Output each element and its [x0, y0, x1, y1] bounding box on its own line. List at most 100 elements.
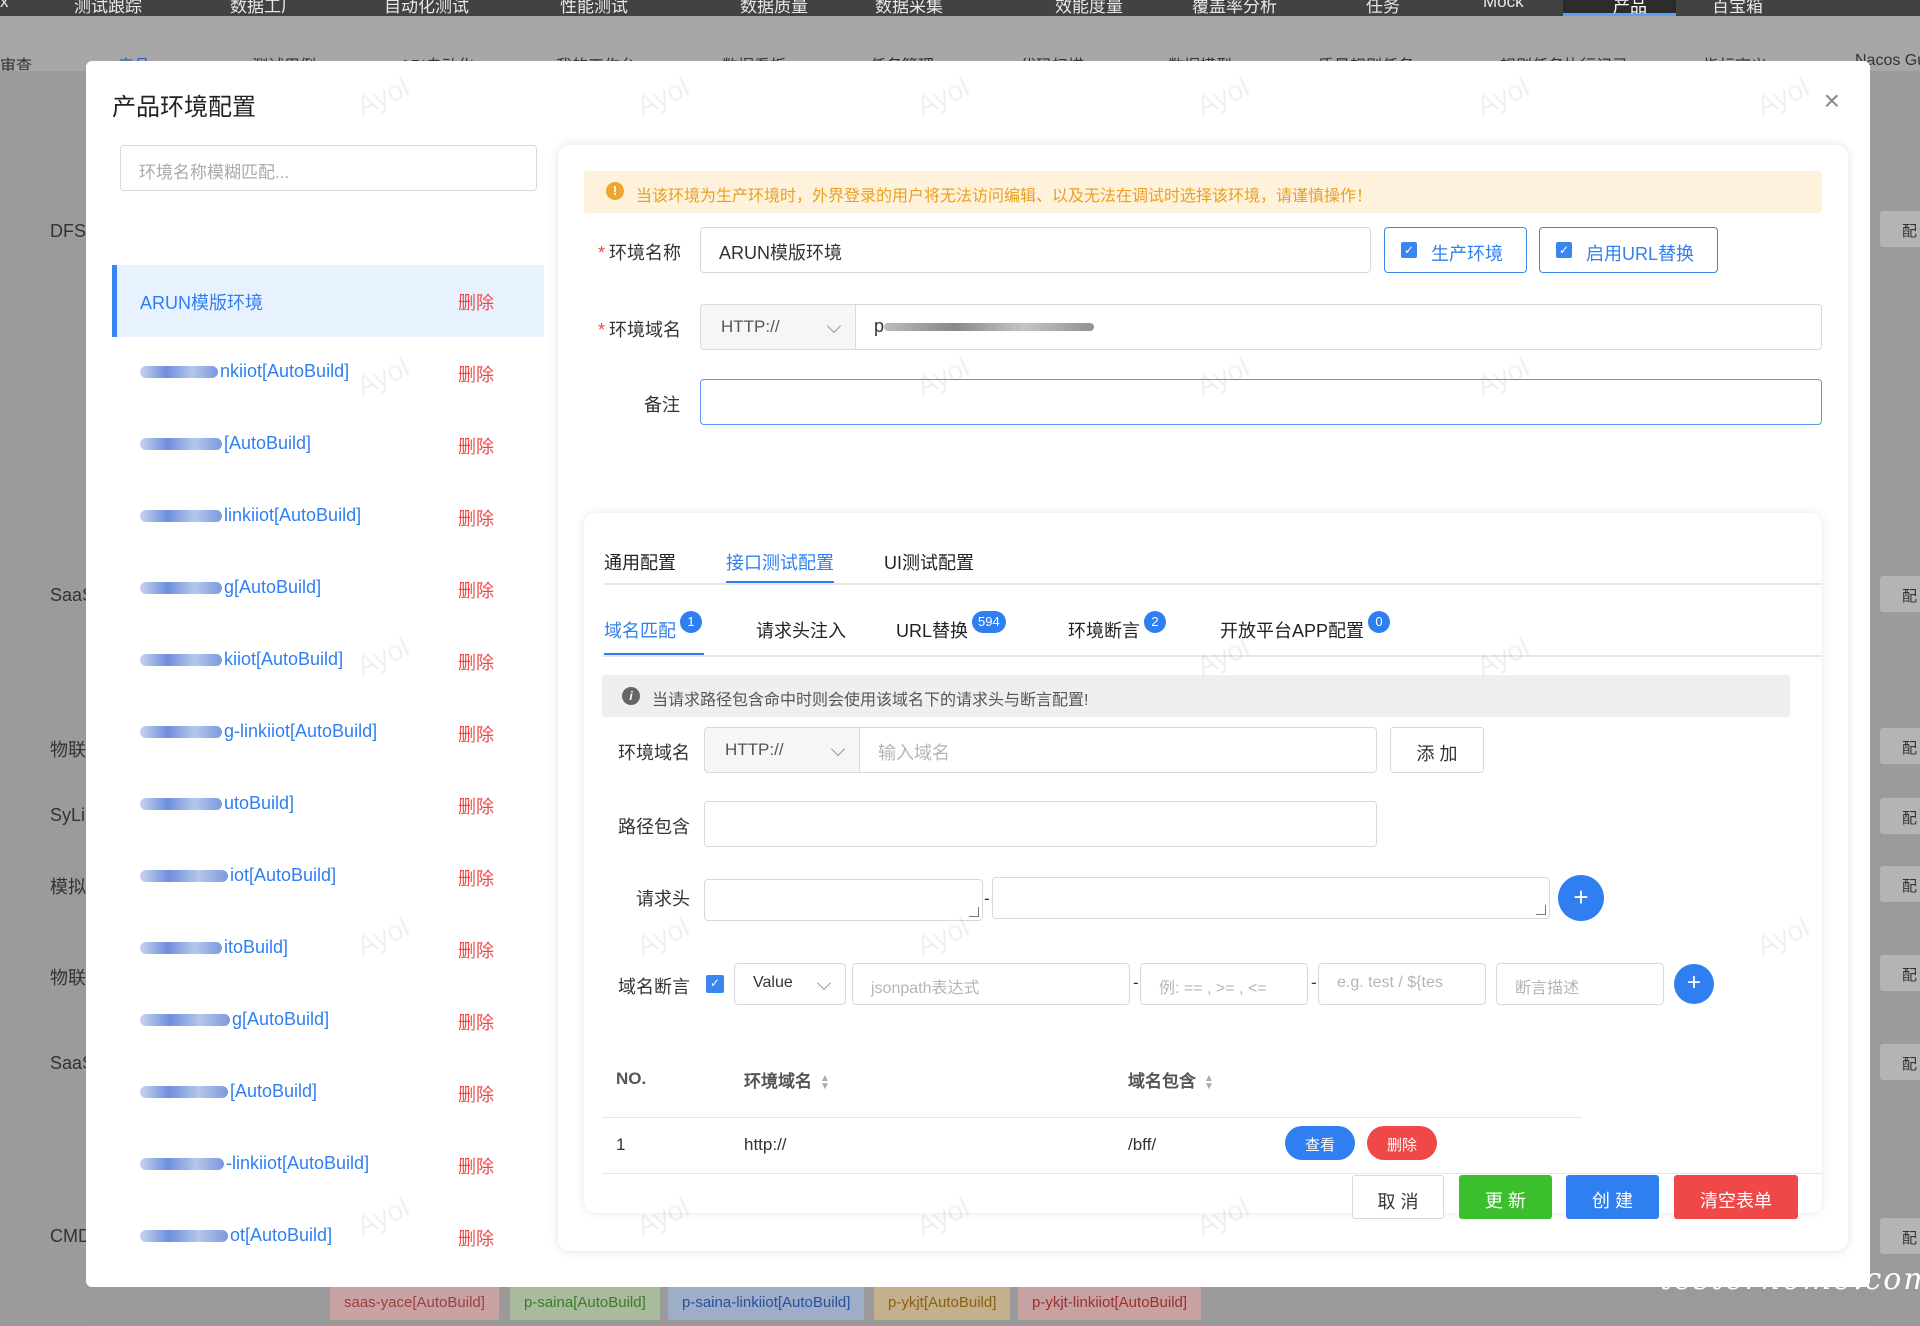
sort-icon[interactable]: ▲ ▼: [820, 1073, 830, 1091]
match-domain-input[interactable]: 输入域名: [859, 727, 1377, 773]
bg-config-button[interactable]: 配: [1880, 576, 1920, 612]
env-delete-link[interactable]: 删除: [458, 433, 494, 459]
expected-input[interactable]: e.g. test / ${tes: [1318, 963, 1486, 1005]
bg-menu-item[interactable]: 测试跟踪: [74, 0, 142, 16]
env-delete-link[interactable]: 删除: [458, 1225, 494, 1251]
bg-config-button[interactable]: 配: [1880, 955, 1920, 991]
bg-menu-item[interactable]: 数据质量: [740, 0, 808, 16]
bg-config-button[interactable]: 配: [1880, 866, 1920, 902]
tab-ui-test-config[interactable]: UI测试配置: [884, 549, 974, 575]
env-list-item[interactable]: iot[AutoBuild] 删除: [112, 841, 544, 913]
subtab-url-replace[interactable]: URL替换 594: [896, 611, 1006, 643]
env-list-item[interactable]: ot[AutoBuild] 删除: [112, 1201, 544, 1273]
create-button[interactable]: 创 建: [1566, 1175, 1659, 1219]
bg-menu-item[interactable]: 数据工厂: [230, 0, 298, 16]
bg-menu-item[interactable]: 数据采集: [875, 0, 943, 16]
env-list-item[interactable]: g[AutoBuild] 删除: [112, 553, 544, 625]
bg-env-tag[interactable]: p-ykjt[AutoBuild]: [874, 1286, 1011, 1320]
env-delete-link[interactable]: 删除: [458, 721, 494, 747]
header-value-textarea[interactable]: [992, 877, 1550, 919]
bg-row-label: CMD: [50, 1226, 91, 1246]
assert-desc-input[interactable]: 断言描述: [1496, 963, 1664, 1005]
env-delete-link[interactable]: 删除: [458, 1009, 494, 1035]
env-list-item[interactable]: [AutoBuild] 删除: [112, 409, 544, 481]
redacted-text: [140, 1230, 228, 1243]
clear-form-button[interactable]: 清空表单: [1674, 1175, 1798, 1219]
tab-api-test-config[interactable]: 接口测试配置: [726, 549, 834, 575]
assert-enable-checkbox[interactable]: ✓: [706, 975, 724, 993]
bg-config-button[interactable]: 配: [1880, 728, 1920, 764]
col-header-domain[interactable]: 环境域名 ▲ ▼: [744, 1067, 830, 1092]
env-list-item[interactable]: [AutoBuild] 删除: [112, 1057, 544, 1129]
bg-env-tag[interactable]: saas-yace[AutoBuild]: [330, 1286, 499, 1320]
sort-icon[interactable]: ▲ ▼: [1204, 1073, 1214, 1091]
bg-menu-item[interactable]: 百宝箱: [1712, 0, 1763, 16]
env-search-input[interactable]: 环境名称模糊匹配...: [120, 145, 537, 191]
bg-env-tag[interactable]: p-ykjt-linkiiot[AutoBuild]: [1018, 1286, 1202, 1320]
env-form-panel: ! 当该环境为生产环境时，外界登录的用户将无法访问编辑、以及无法在调试时选择该环…: [558, 145, 1848, 1251]
env-list-item[interactable]: nkiiot[AutoBuild] 删除: [112, 337, 544, 409]
bg-menu-item-active[interactable]: 产品: [1613, 0, 1647, 16]
env-delete-link[interactable]: 删除: [458, 1153, 494, 1179]
url-replace-checkbox[interactable]: ✓ 启用URL替换: [1539, 227, 1718, 273]
bg-config-button[interactable]: 配: [1880, 211, 1920, 247]
bg-menu-item[interactable]: 效能度量: [1055, 0, 1123, 16]
env-name-input[interactable]: ARUN模版环境: [700, 227, 1371, 273]
operator-input[interactable]: 例: == , >= , <=: [1140, 963, 1308, 1005]
add-assert-plus-icon[interactable]: +: [1674, 964, 1714, 1004]
row-delete-button[interactable]: 删除: [1367, 1126, 1437, 1160]
bg-config-button[interactable]: 配: [1880, 1044, 1920, 1080]
bg-menu-item[interactable]: 任务: [1366, 0, 1400, 16]
table-header-divider: [602, 1117, 1582, 1118]
bg-env-tag[interactable]: p-saina-linkiiot[AutoBuild]: [668, 1286, 865, 1320]
col-header-contains[interactable]: 域名包含 ▲ ▼: [1128, 1067, 1214, 1092]
assert-type-select[interactable]: Value: [734, 963, 846, 1005]
env-delete-link[interactable]: 删除: [458, 649, 494, 675]
env-delete-link[interactable]: 删除: [458, 505, 494, 531]
add-header-plus-icon[interactable]: +: [1558, 875, 1604, 921]
remark-input[interactable]: [700, 379, 1822, 425]
env-list-item[interactable]: g-linkiiot[AutoBuild] 删除: [112, 697, 544, 769]
bg-config-button[interactable]: 配: [1880, 798, 1920, 834]
bg-menu-item[interactable]: 性能测试: [560, 0, 628, 16]
bg-env-tag[interactable]: p-saina[AutoBuild]: [510, 1286, 660, 1320]
update-button[interactable]: 更 新: [1459, 1175, 1552, 1219]
env-list-item[interactable]: kiiot[AutoBuild] 删除: [112, 625, 544, 697]
resize-handle-icon[interactable]: [969, 907, 979, 917]
env-delete-link[interactable]: 删除: [458, 1081, 494, 1107]
env-list-item[interactable]: g[AutoBuild] 删除: [112, 985, 544, 1057]
env-delete-link[interactable]: 删除: [458, 937, 494, 963]
jsonpath-input[interactable]: jsonpath表达式: [852, 963, 1130, 1005]
env-list-item[interactable]: linkiiot[AutoBuild] 删除: [112, 481, 544, 553]
env-delete-link[interactable]: 删除: [458, 865, 494, 891]
bg-menu-item[interactable]: 自动化测试: [384, 0, 469, 16]
production-alert: ! 当该环境为生产环境时，外界登录的用户将无法访问编辑、以及无法在调试时选择该环…: [584, 171, 1822, 213]
subtab-env-assert[interactable]: 环境断言 2: [1068, 611, 1166, 643]
path-contains-input[interactable]: [704, 801, 1377, 847]
prod-env-checkbox[interactable]: ✓ 生产环境: [1384, 227, 1527, 273]
env-list-item[interactable]: utoBuild] 删除: [112, 769, 544, 841]
bg-menu-item[interactable]: Mock: [1483, 0, 1524, 12]
env-delete-link[interactable]: 删除: [458, 577, 494, 603]
env-list-item[interactable]: itoBuild] 删除: [112, 913, 544, 985]
header-key-textarea[interactable]: [704, 879, 983, 921]
env-domain-input[interactable]: p: [855, 304, 1822, 350]
subtab-domain-match[interactable]: 域名匹配 1: [604, 611, 702, 643]
view-button[interactable]: 查看: [1285, 1126, 1355, 1160]
add-domain-button[interactable]: 添 加: [1390, 727, 1484, 773]
tab-general-config[interactable]: 通用配置: [604, 549, 676, 575]
env-delete-link[interactable]: 删除: [458, 793, 494, 819]
env-list-item[interactable]: -linkiiot[AutoBuild] 删除: [112, 1129, 544, 1201]
resize-handle-icon[interactable]: [1536, 905, 1546, 915]
subtab-header-inject[interactable]: 请求头注入: [756, 617, 846, 643]
subtab-open-platform-app[interactable]: 开放平台APP配置 0: [1220, 611, 1391, 643]
env-list-item[interactable]: ARUN模版环境 删除: [112, 265, 544, 337]
bg-config-button[interactable]: 配: [1880, 1218, 1920, 1254]
match-protocol-select[interactable]: HTTP://: [704, 727, 860, 773]
env-delete-link[interactable]: 删除: [458, 289, 494, 315]
protocol-select[interactable]: HTTP://: [700, 304, 856, 350]
cancel-button[interactable]: 取 消: [1352, 1175, 1444, 1219]
bg-menu-item[interactable]: 覆盖率分析: [1192, 0, 1277, 16]
close-icon[interactable]: ×: [1824, 85, 1840, 117]
env-delete-link[interactable]: 删除: [458, 361, 494, 387]
